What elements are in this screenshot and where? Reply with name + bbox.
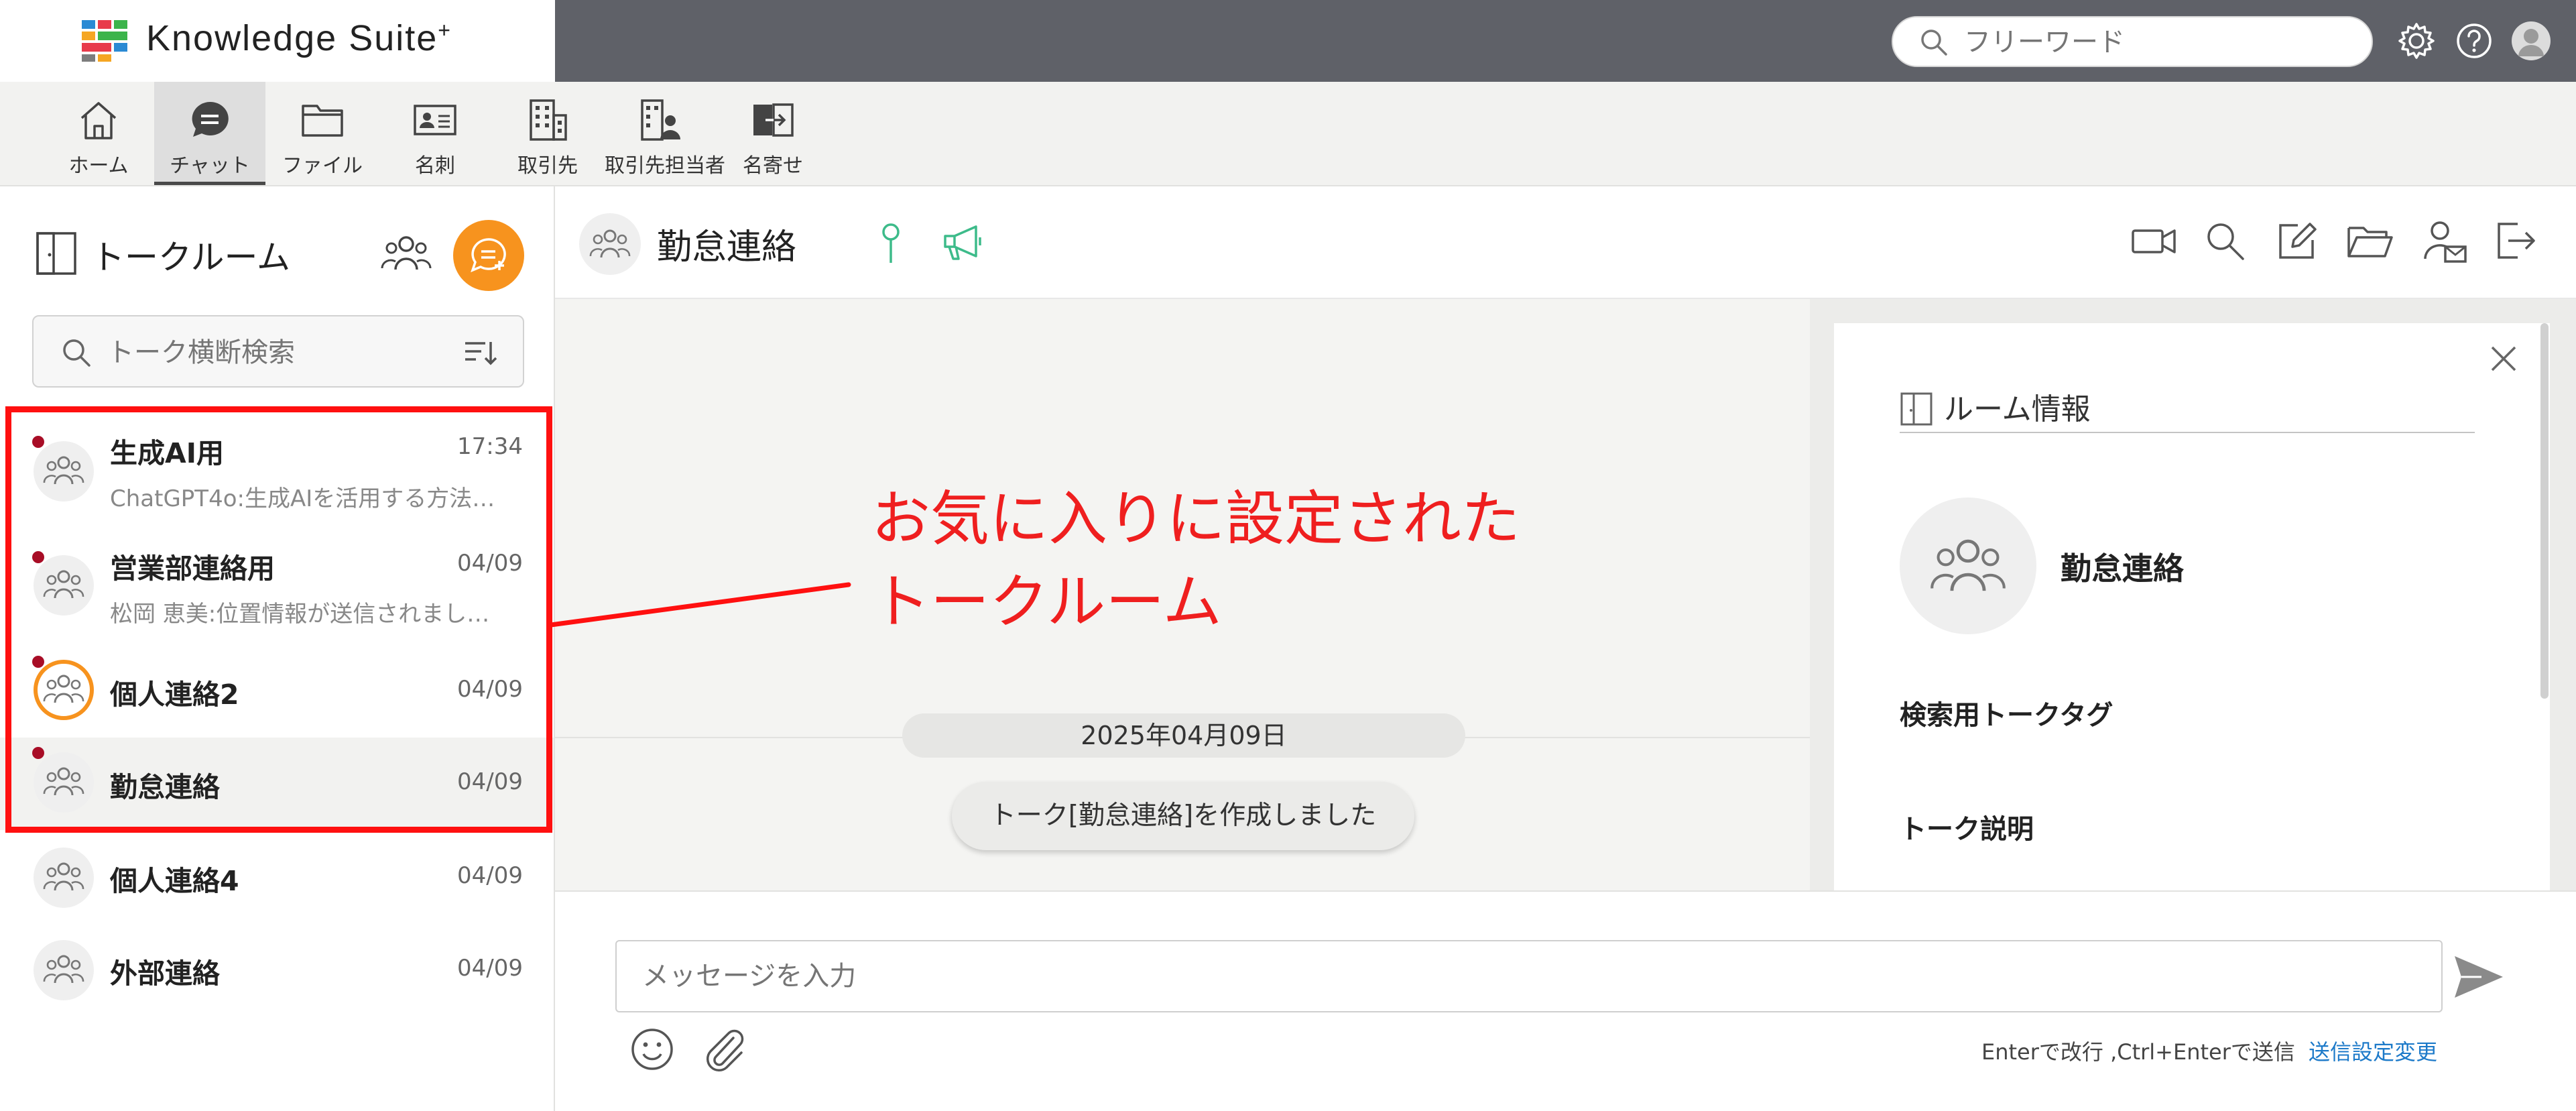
- room-name: 外部連絡: [110, 957, 220, 990]
- new-chat-icon: [471, 238, 506, 273]
- description-label: トーク説明: [1900, 814, 2034, 845]
- send-shortcut-hint: Enterで改行 ,Ctrl+Enterで送信: [1981, 1039, 2295, 1065]
- group-avatar: [579, 213, 641, 275]
- home-icon: [75, 97, 122, 143]
- paperclip-icon[interactable]: [701, 1026, 748, 1073]
- talk-search-input[interactable]: [106, 335, 457, 370]
- search-icon[interactable]: [2203, 219, 2247, 263]
- main-nav: ホーム チャット ファイル 名刺 取引先 取引先担当者 名寄せ: [0, 82, 2576, 186]
- room-info-title: ルーム情報: [1944, 392, 2091, 426]
- room-list-item[interactable]: 個人連絡4 04/09: [0, 838, 554, 925]
- room-info-name: 勤怠連絡: [2061, 550, 2184, 587]
- nav-merge[interactable]: 名寄せ: [717, 82, 829, 185]
- room-name: 個人連絡4: [110, 865, 239, 897]
- help-icon[interactable]: [2453, 20, 2495, 62]
- nav-home[interactable]: ホーム: [43, 82, 154, 185]
- divider: [1900, 432, 2475, 433]
- sort-icon[interactable]: [463, 338, 497, 367]
- chat-room-title: 勤怠連絡: [657, 227, 797, 268]
- group-avatar: [34, 847, 94, 908]
- annotation-line: お気に入りに設定された: [871, 484, 1521, 553]
- close-icon[interactable]: [2487, 342, 2520, 375]
- user-avatar[interactable]: [2510, 20, 2552, 62]
- send-settings-link[interactable]: 送信設定変更: [2309, 1035, 2437, 1066]
- folder-icon: [299, 97, 346, 143]
- megaphone-icon[interactable]: [940, 221, 985, 263]
- business-card-icon: [412, 97, 458, 143]
- search-icon: [60, 337, 93, 369]
- room-avatar: [1900, 498, 2036, 634]
- nav-business-card[interactable]: 名刺: [379, 82, 491, 185]
- nav-client[interactable]: 取引先: [492, 82, 603, 185]
- send-icon: [2455, 956, 2503, 998]
- global-search-input[interactable]: [1963, 25, 2354, 59]
- room-date: 04/09: [457, 955, 523, 982]
- room-list-item[interactable]: 外部連絡 04/09: [0, 931, 554, 1018]
- nav-file[interactable]: ファイル: [267, 82, 378, 185]
- global-search-box[interactable]: [1892, 16, 2373, 67]
- exit-icon[interactable]: [2494, 219, 2538, 263]
- nav-chat[interactable]: チャット: [154, 82, 265, 185]
- folder-open-icon[interactable]: [2346, 219, 2394, 263]
- annotation-line: トークルーム: [871, 567, 1222, 636]
- brand-name: Knowledge Suite+: [146, 18, 452, 58]
- search-icon: [1918, 27, 1949, 58]
- scrollbar[interactable]: [2540, 323, 2549, 699]
- talk-search-box[interactable]: [32, 315, 524, 388]
- gear-icon[interactable]: [2396, 20, 2437, 62]
- annotation-text: お気に入りに設定された トークルーム: [871, 477, 1520, 644]
- user-mail-icon[interactable]: [2421, 219, 2468, 266]
- door-icon: [35, 231, 78, 276]
- group-avatar: [34, 940, 94, 1000]
- logo-icon: [82, 20, 129, 62]
- search-tag-label: 検索用トークタグ: [1900, 700, 2113, 731]
- video-call-icon[interactable]: [2130, 219, 2177, 263]
- annotation-pointer: [550, 577, 858, 630]
- members-icon[interactable]: [379, 231, 433, 275]
- new-talk-button[interactable]: [453, 220, 524, 291]
- building-person-icon: [637, 97, 684, 143]
- room-date: 04/09: [457, 862, 523, 889]
- message-input[interactable]: [615, 940, 2443, 1012]
- chat-icon: [186, 97, 233, 143]
- date-label: 2025年04月09日: [902, 713, 1465, 758]
- talk-room-title: トークルーム: [91, 238, 290, 277]
- merge-icon: [749, 97, 796, 143]
- door-icon: [1900, 392, 1933, 426]
- favorites-highlight-box: [5, 406, 552, 833]
- send-button[interactable]: [2452, 952, 2506, 1002]
- pin-icon[interactable]: [874, 221, 908, 266]
- system-message: トーク[勤怠連絡]を作成しました: [952, 782, 1414, 850]
- chat-header: [555, 186, 2576, 299]
- building-icon: [524, 97, 571, 143]
- emoji-icon[interactable]: [629, 1026, 676, 1073]
- edit-icon[interactable]: [2275, 219, 2319, 263]
- nav-client-contact[interactable]: 取引先担当者: [605, 82, 725, 185]
